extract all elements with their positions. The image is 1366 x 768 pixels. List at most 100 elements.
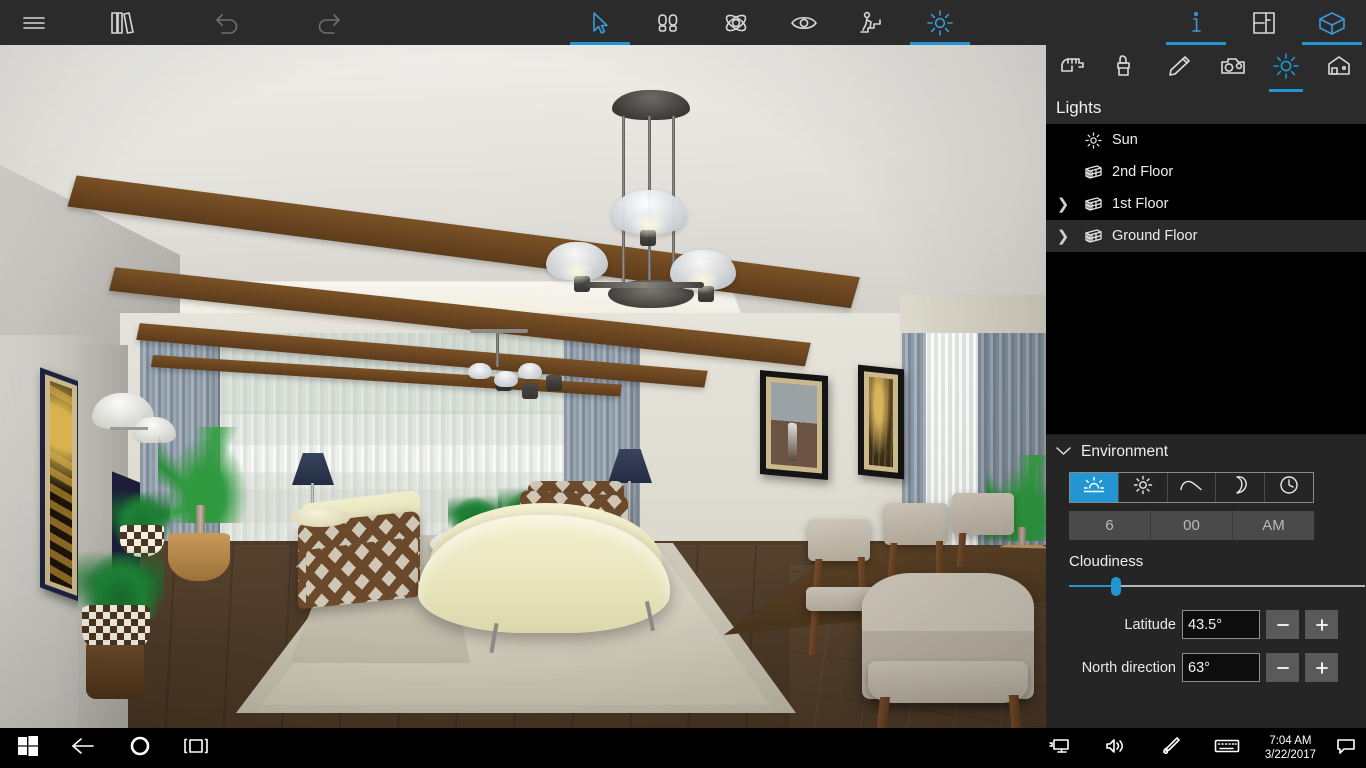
- back-chandelier-shade: [468, 363, 512, 391]
- lighting-tool-button[interactable]: [906, 0, 974, 45]
- tab-draw[interactable]: [1153, 45, 1206, 92]
- side-table-small[interactable]: [290, 507, 350, 527]
- plant-stand: [86, 645, 144, 699]
- paint-brush-icon: [1114, 53, 1138, 84]
- cloudiness-slider[interactable]: [1069, 576, 1365, 596]
- dining-chair-foreground-seat[interactable]: [868, 661, 1028, 703]
- light-row-label: Ground Floor: [1112, 228, 1198, 244]
- footprints-icon: [655, 10, 681, 36]
- eye-icon: [789, 12, 819, 34]
- clock-time: 7:04 AM: [1269, 735, 1312, 747]
- chandelier-bulb-glow: [560, 258, 594, 284]
- preset-overcast-button[interactable]: [1168, 473, 1217, 502]
- light-row-1st-floor[interactable]: ❯ 1st Floor: [1046, 188, 1366, 220]
- toolbar-left-group: [0, 0, 378, 45]
- floorplan-view-button[interactable]: [1230, 0, 1298, 45]
- dining-chair-back[interactable]: [884, 503, 948, 545]
- back-button[interactable]: [56, 728, 112, 768]
- palm-plant-foliage[interactable]: [158, 427, 254, 523]
- time-meridiem-field[interactable]: AM: [1233, 511, 1314, 540]
- slider-thumb[interactable]: [1111, 577, 1121, 596]
- tab-materials[interactable]: [1099, 45, 1152, 92]
- info-button[interactable]: [1162, 0, 1230, 45]
- pen-workspace-icon: [1161, 736, 1181, 761]
- camera-icon: [1219, 55, 1247, 82]
- chandelier[interactable]: [546, 90, 740, 315]
- art-mat: [864, 371, 898, 473]
- environment-section-header[interactable]: Environment: [1046, 434, 1366, 468]
- toolbar-gap-left: [378, 0, 566, 45]
- monitor-network-icon: [1048, 737, 1070, 760]
- task-view-icon: [183, 736, 209, 761]
- catalog-button[interactable]: [68, 0, 178, 45]
- back-chandelier-shade: [494, 371, 538, 399]
- hamburger-menu-button[interactable]: [0, 0, 68, 45]
- wall-art-left-large[interactable]: [40, 367, 82, 603]
- wall-art-person-window[interactable]: [760, 370, 828, 480]
- chevron-down-icon[interactable]: [1056, 443, 1071, 461]
- back-chandelier-shade: [518, 363, 562, 391]
- preset-night-button[interactable]: [1216, 473, 1266, 502]
- north-direction-increment-button[interactable]: [1305, 653, 1338, 682]
- start-button[interactable]: [0, 728, 56, 768]
- volume-tray-icon[interactable]: [1087, 728, 1143, 768]
- cortana-button[interactable]: [112, 728, 168, 768]
- tab-camera[interactable]: [1206, 45, 1259, 92]
- dining-chair-back[interactable]: [808, 519, 870, 561]
- taskbar-clock[interactable]: 7:04 AM 3/22/2017: [1255, 734, 1326, 762]
- pencil-icon: [1166, 54, 1192, 83]
- north-direction-input[interactable]: 63°: [1182, 653, 1260, 682]
- north-direction-row: North direction 63°: [1060, 653, 1338, 682]
- back-arrow-icon: [71, 736, 97, 761]
- art-mat: [45, 374, 77, 596]
- 3d-viewport[interactable]: ❯: [0, 45, 1046, 728]
- tab-lighting[interactable]: [1259, 45, 1312, 92]
- chandelier-bulb-glow: [686, 268, 720, 294]
- latitude-input[interactable]: 43.5°: [1182, 610, 1260, 639]
- light-row-ground-floor[interactable]: ❯ Ground Floor: [1046, 220, 1366, 252]
- books-icon: [108, 10, 138, 36]
- preset-sunrise-button[interactable]: [1070, 473, 1119, 502]
- tab-furniture[interactable]: [1046, 45, 1099, 92]
- task-view-button[interactable]: [168, 728, 224, 768]
- clock-date: 3/22/2017: [1264, 749, 1316, 761]
- palm-pot[interactable]: [168, 533, 230, 581]
- chevron-right-icon[interactable]: ❯: [1046, 195, 1080, 213]
- walk-tool-button[interactable]: [634, 0, 702, 45]
- stairs-tool-button[interactable]: [838, 0, 906, 45]
- redo-button[interactable]: [278, 0, 378, 45]
- tab-building[interactable]: [1313, 45, 1366, 92]
- house-icon: [1325, 54, 1353, 83]
- light-row-2nd-floor[interactable]: 2nd Floor: [1046, 156, 1366, 188]
- orbit-tool-button[interactable]: [702, 0, 770, 45]
- 3d-view-button[interactable]: [1298, 0, 1366, 45]
- network-tray-icon[interactable]: [1031, 728, 1087, 768]
- time-minute-field[interactable]: 00: [1151, 511, 1233, 540]
- keyboard-tray-icon[interactable]: [1199, 728, 1255, 768]
- pen-tray-icon[interactable]: [1143, 728, 1199, 768]
- cloudiness-label: Cloudiness: [1069, 553, 1144, 570]
- environment-body: 6 00 AM Cloudiness Latitude 43.5° North …: [1046, 468, 1366, 682]
- action-center-button[interactable]: [1326, 728, 1366, 768]
- dining-chair-back[interactable]: [952, 493, 1014, 535]
- latitude-decrement-button[interactable]: [1266, 610, 1299, 639]
- latitude-row: Latitude 43.5°: [1060, 610, 1338, 639]
- preset-custom-time-button[interactable]: [1265, 473, 1313, 502]
- app-window: ❯: [0, 0, 1366, 768]
- light-row-label: Sun: [1112, 132, 1138, 148]
- visibility-tool-button[interactable]: [770, 0, 838, 45]
- chandelier-arm: [586, 282, 704, 288]
- light-row-sun[interactable]: Sun: [1046, 124, 1366, 156]
- sun-icon: [1080, 131, 1106, 149]
- latitude-increment-button[interactable]: [1305, 610, 1338, 639]
- preset-noon-button[interactable]: [1119, 473, 1168, 502]
- wall-art-abstract-gold[interactable]: [858, 364, 904, 480]
- sunrise-icon: [1083, 476, 1105, 499]
- right-panel: Lights Sun 2nd Floor ❯ 1st Floor ❯ Groun…: [1046, 45, 1366, 728]
- sconce-arm: [110, 427, 148, 430]
- chevron-right-icon[interactable]: ❯: [1046, 227, 1080, 245]
- select-tool-button[interactable]: [566, 0, 634, 45]
- time-hour-field[interactable]: 6: [1069, 511, 1151, 540]
- undo-button[interactable]: [178, 0, 278, 45]
- north-direction-decrement-button[interactable]: [1266, 653, 1299, 682]
